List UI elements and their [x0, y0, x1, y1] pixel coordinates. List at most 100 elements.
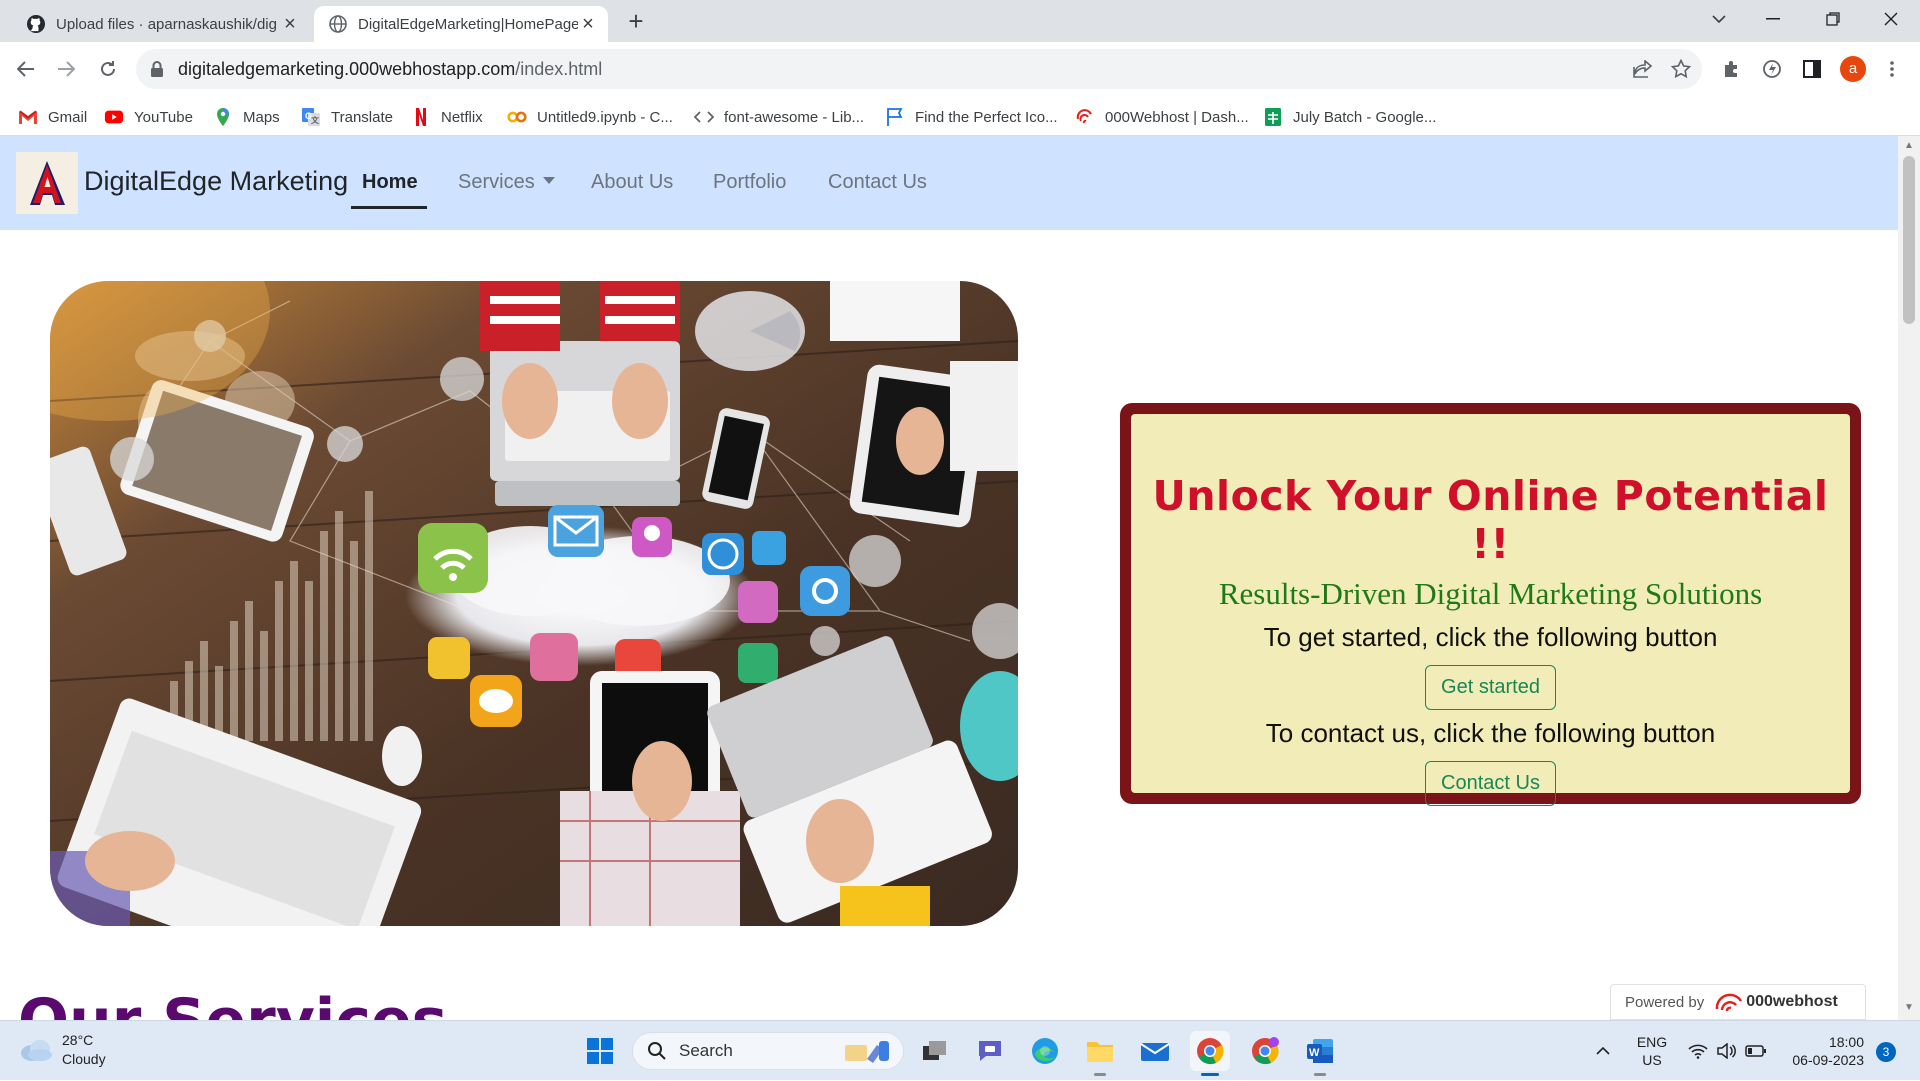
netflix-icon [416, 108, 426, 126]
tab-github-upload[interactable]: Upload files · aparnaskaushik/dig × [12, 6, 310, 42]
minimize-button[interactable] [1750, 0, 1796, 38]
close-window-button[interactable] [1868, 0, 1914, 38]
performance-icon[interactable] [1756, 53, 1788, 85]
running-indicator [1314, 1073, 1326, 1076]
address-bar[interactable]: digitaledgemarketing.000webhostapp.com/i… [136, 49, 1702, 89]
nav-contact-us[interactable]: Contact Us [828, 171, 927, 194]
bookmark-find-icon[interactable]: Find the Perfect Ico... [885, 106, 1058, 128]
webhost-brand: 000webhost [1714, 991, 1838, 1013]
bookmark-label: font-awesome - Lib... [724, 108, 865, 126]
bookmark-sheets[interactable]: July Batch - Google... [1263, 106, 1436, 128]
maps-icon [217, 108, 229, 126]
bookmark-translate[interactable]: G文 Translate [301, 106, 393, 128]
brand-name[interactable]: DigitalEdge Marketing [84, 166, 348, 197]
browser-tab-strip: Upload files · aparnaskaushik/dig × Digi… [0, 0, 1920, 42]
new-tab-button[interactable]: + [622, 8, 650, 36]
profile-avatar[interactable]: a [1840, 56, 1866, 82]
nav-active-underline [351, 206, 427, 209]
cta-get-started-text: To get started, click the following butt… [1263, 622, 1718, 652]
search-icon [648, 1042, 666, 1060]
webhost-brand-text: 000webhost [1746, 993, 1838, 1010]
language-indicator[interactable]: ENG US [1632, 1033, 1672, 1069]
show-hidden-icons-chevron[interactable] [1588, 1021, 1618, 1081]
notification-badge[interactable]: 3 [1876, 1042, 1896, 1062]
scrollbar-thumb[interactable] [1903, 156, 1915, 324]
bookmark-colab[interactable]: Untitled9.ipynb - C... [507, 106, 673, 128]
nav-services[interactable]: Services [458, 171, 555, 194]
bookmark-label: Maps [243, 108, 280, 126]
tab-search-chevron-icon[interactable] [1696, 0, 1742, 38]
bookmark-youtube[interactable]: YouTube [104, 106, 193, 128]
services-section-heading: Our Services [18, 986, 447, 1020]
bookmark-label: July Batch - Google... [1293, 108, 1437, 126]
more-menu-icon[interactable] [1876, 53, 1908, 85]
bookmark-label: Translate [331, 108, 393, 126]
weather-description: Cloudy [62, 1051, 106, 1067]
weather-widget[interactable]: 28°C Cloudy [18, 1031, 106, 1069]
extensions-puzzle-icon[interactable] [1716, 53, 1748, 85]
battery-icon[interactable] [1742, 1021, 1770, 1081]
nav-portfolio[interactable]: Portfolio [713, 171, 786, 194]
close-tab-icon[interactable]: × [578, 13, 598, 35]
bookmark-font-awesome[interactable]: font-awesome - Lib... [694, 106, 864, 128]
web-page: DigitalEdge Marketing Home Services Abou… [0, 136, 1898, 1020]
cta-title: Unlock Your Online Potential !! [1152, 472, 1829, 568]
system-clock[interactable]: 18:00 06-09-2023 [1782, 1033, 1864, 1069]
task-view-button[interactable] [915, 1031, 955, 1071]
contact-us-button[interactable]: Contact Us [1425, 761, 1556, 806]
hero-image [50, 281, 1018, 926]
taskbar-chrome[interactable] [1190, 1031, 1230, 1076]
bookmark-label: Gmail [48, 108, 88, 126]
lock-icon[interactable] [150, 60, 164, 78]
webhost-logo-icon [1715, 993, 1743, 1012]
nav-about-us[interactable]: About Us [591, 171, 673, 194]
svg-text:W: W [1309, 1047, 1320, 1059]
region-code: US [1642, 1052, 1662, 1068]
bookmark-netflix[interactable]: Netflix [411, 106, 483, 128]
github-icon [27, 15, 45, 33]
bookmark-star-icon[interactable] [1670, 58, 1692, 80]
bookmark-000webhost[interactable]: 000Webhost | Dash... [1075, 106, 1249, 128]
weather-temperature: 28°C [62, 1032, 94, 1048]
powered-by-badge[interactable]: Powered by 000webhost [1610, 984, 1866, 1020]
forward-button[interactable] [50, 53, 82, 85]
bookmark-label: YouTube [134, 108, 193, 126]
cta-card: Unlock Your Online Potential !! Results-… [1120, 403, 1861, 806]
bookmark-gmail[interactable]: Gmail [18, 106, 87, 128]
edge-icon [1032, 1038, 1058, 1064]
bookmark-maps[interactable]: Maps [213, 106, 280, 128]
close-tab-icon[interactable]: × [280, 13, 300, 35]
sheets-icon [1265, 108, 1281, 126]
taskbar-search-box[interactable]: Search [632, 1032, 904, 1070]
youtube-icon [104, 110, 124, 124]
taskbar-file-explorer[interactable] [1080, 1031, 1120, 1076]
url-text[interactable]: digitaledgemarketing.000webhostapp.com/i… [178, 59, 602, 80]
scroll-up-arrow-icon[interactable]: ▲ [1903, 140, 1915, 152]
wifi-icon[interactable] [1684, 1021, 1712, 1081]
code-icon [694, 111, 714, 123]
scroll-down-arrow-icon[interactable]: ▼ [1903, 1002, 1915, 1014]
taskbar-chrome-profile[interactable] [1245, 1031, 1285, 1071]
globe-icon [329, 15, 347, 33]
get-started-button[interactable]: Get started [1425, 665, 1556, 710]
volume-icon[interactable] [1714, 1021, 1740, 1081]
brand-logo[interactable] [16, 152, 78, 214]
taskbar-edge[interactable] [1025, 1031, 1065, 1071]
taskbar-teams-chat[interactable] [970, 1031, 1010, 1071]
taskbar-mail[interactable] [1135, 1031, 1175, 1071]
taskbar-word[interactable]: W [1300, 1031, 1340, 1076]
task-view-icon [923, 1041, 946, 1060]
active-indicator [1201, 1073, 1219, 1076]
nav-home[interactable]: Home [362, 171, 418, 194]
tab-homepage[interactable]: DigitalEdgeMarketing|HomePage × [314, 6, 608, 42]
side-panel-icon[interactable] [1796, 53, 1828, 85]
gmail-icon [19, 110, 37, 124]
start-button[interactable] [580, 1031, 620, 1071]
reload-button[interactable] [92, 53, 124, 85]
page-scrollbar[interactable]: ▲ ▼ [1898, 136, 1920, 1020]
bookmark-label: Find the Perfect Ico... [915, 108, 1058, 126]
mail-icon [1140, 1043, 1170, 1061]
restore-button[interactable] [1810, 0, 1856, 38]
back-button[interactable] [10, 53, 42, 85]
share-icon[interactable] [1632, 58, 1654, 80]
